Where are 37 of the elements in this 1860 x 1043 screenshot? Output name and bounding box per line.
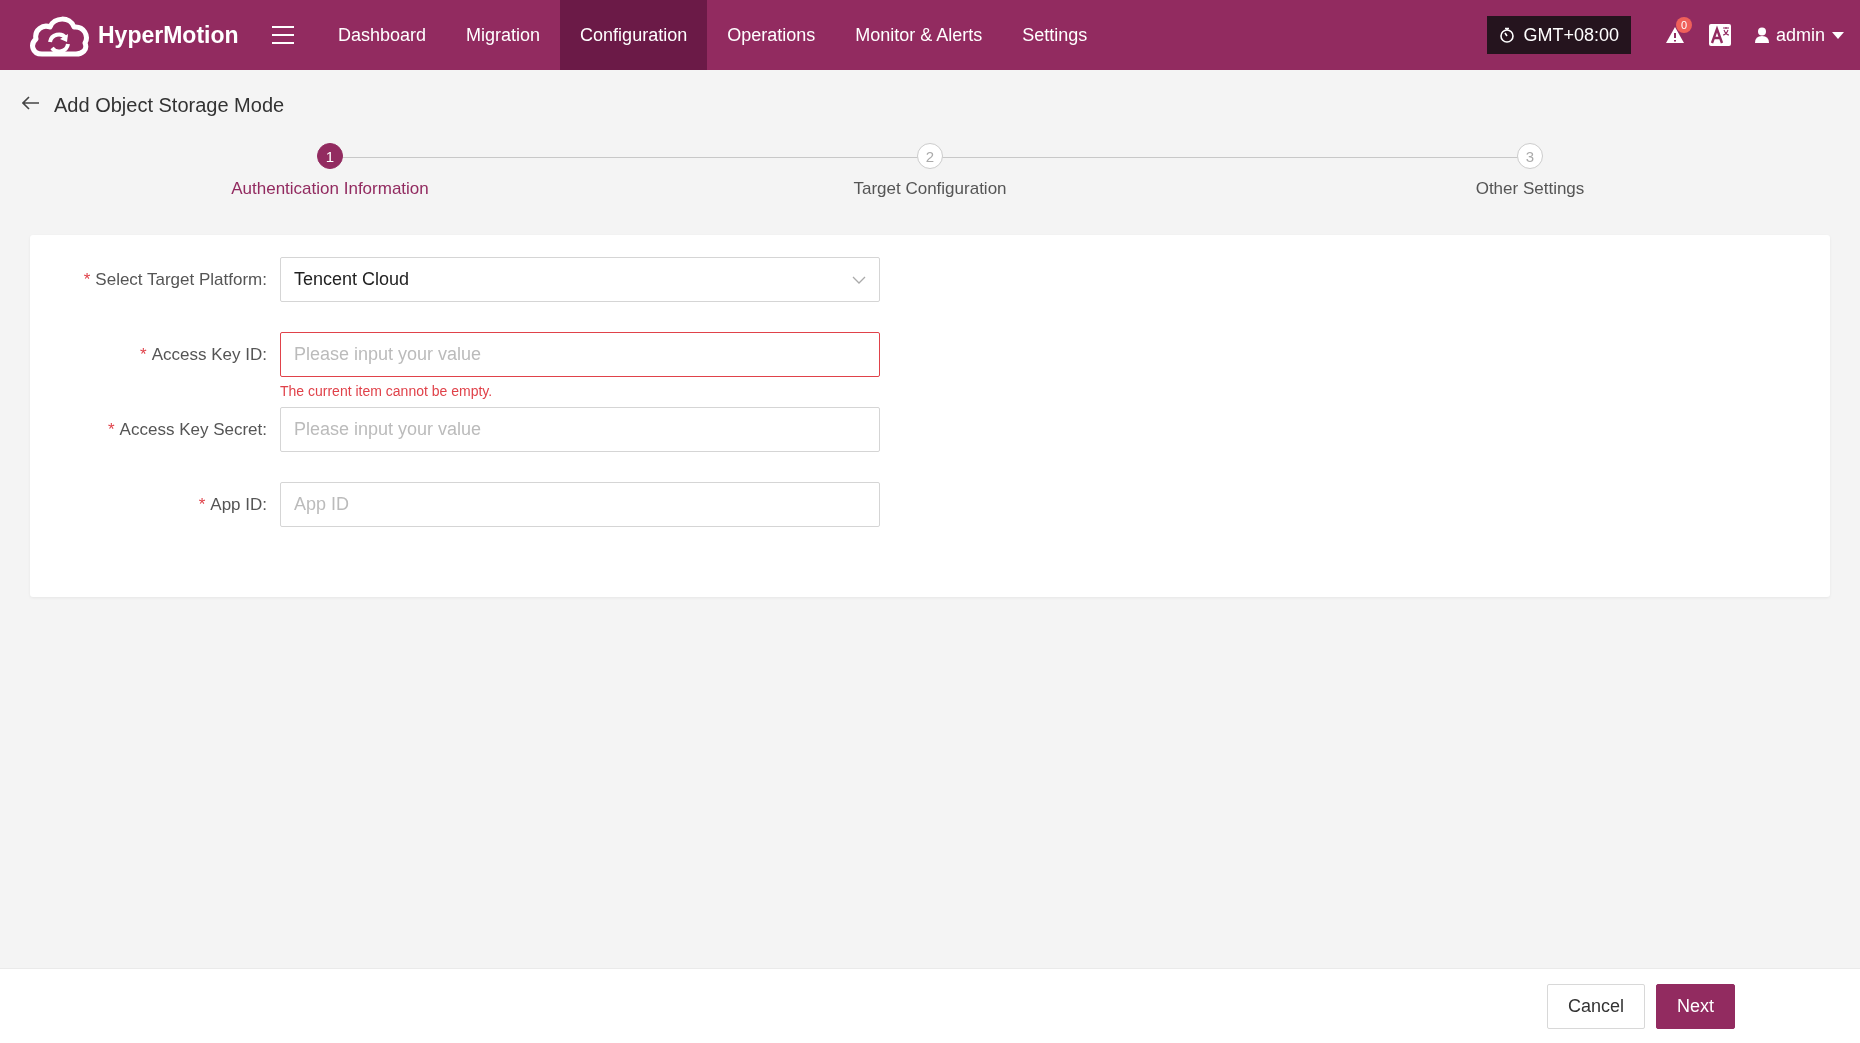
menu-icon[interactable]: [272, 26, 294, 44]
platform-dropdown[interactable]: Tencent Cloud: [280, 257, 880, 302]
chevron-down-icon: [852, 275, 866, 284]
alert-count-badge: 0: [1675, 17, 1692, 33]
step-label: Other Settings: [1475, 179, 1585, 199]
language-icon[interactable]: [1708, 24, 1731, 46]
stopwatch-icon: [1499, 27, 1516, 43]
step-label: Target Configuration: [853, 179, 1007, 199]
step-number: 3: [1517, 143, 1543, 169]
step-number: 2: [917, 143, 943, 169]
field-label: Access Key Secret:: [119, 419, 267, 441]
user-menu[interactable]: admin: [1754, 24, 1844, 46]
caret-down-icon: [1832, 31, 1844, 39]
cancel-button[interactable]: Cancel: [1546, 983, 1645, 1029]
required-asterisk: *: [198, 494, 206, 516]
brand-name: HyperMotion: [98, 21, 239, 49]
field-label: Select Target Platform:: [95, 269, 267, 291]
back-arrow-icon[interactable]: [22, 96, 40, 110]
error-message: The current item cannot be empty.: [280, 383, 494, 399]
nav-tab[interactable]: Dashboard: [318, 0, 447, 70]
nav-tab[interactable]: Migration: [446, 0, 561, 70]
step-label: Authentication Information: [231, 179, 429, 199]
page-title: Add Object Storage Mode: [54, 93, 285, 117]
step-number: 1: [317, 143, 343, 169]
user-icon: [1754, 27, 1769, 43]
input-field[interactable]: Please input your value: [280, 332, 880, 377]
required-asterisk: *: [140, 344, 147, 366]
nav-tab[interactable]: Monitor & Alerts: [835, 0, 1003, 70]
next-button[interactable]: Next: [1656, 983, 1735, 1029]
nav-tab[interactable]: Operations: [707, 0, 836, 70]
field-label: Access Key ID:: [151, 344, 267, 366]
required-asterisk: *: [108, 419, 115, 441]
nav-tab[interactable]: Configuration: [560, 0, 708, 70]
field-label: App ID:: [210, 494, 267, 516]
timezone-button[interactable]: GMT+08:00: [1487, 16, 1631, 54]
required-asterisk: *: [83, 269, 91, 291]
nav-tab[interactable]: Settings: [1002, 0, 1108, 70]
